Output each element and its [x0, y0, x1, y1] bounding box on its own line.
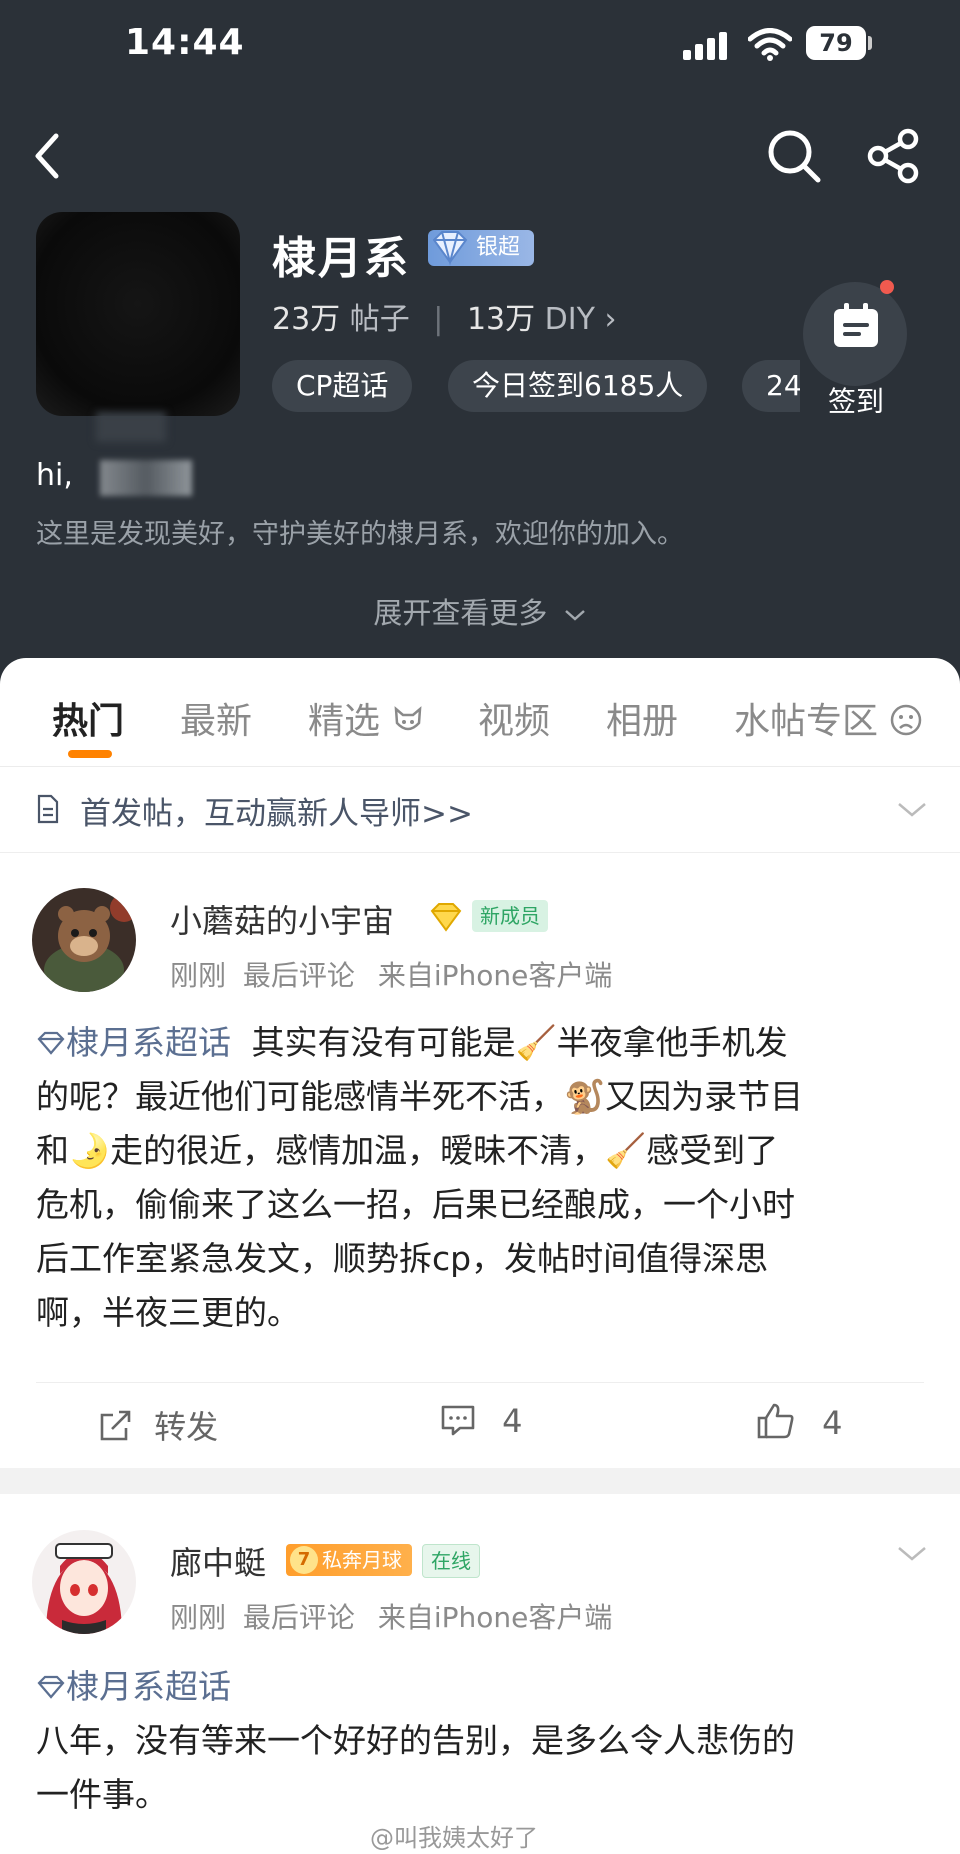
expand-more[interactable]: 展开查看更多 [0, 590, 960, 632]
wifi-icon [748, 28, 792, 61]
diamond-icon [37, 1031, 65, 1055]
cellular-signal-icon [683, 32, 731, 60]
tab-water-posts[interactable]: 水帖专区 [734, 692, 923, 744]
group-stats: 23万 帖子 | 13万 DIY › [272, 294, 617, 338]
repost-button[interactable]: 转发 [98, 1402, 218, 1448]
post-meta: 刚刚 最后评论 来自iPhone客户端 [170, 1596, 612, 1636]
posts-label: 帖子 [349, 302, 410, 337]
stats-separator: | [433, 302, 444, 337]
battery-indicator: 79 [806, 26, 866, 60]
post-line-2: 的呢？最近他们可能感情半死不活，🐒又因为录节目 [36, 1077, 804, 1116]
level-badge: 7 私奔月球 [286, 1544, 412, 1576]
level-number: 7 [290, 1546, 318, 1574]
share-icon[interactable] [866, 128, 922, 184]
last-comment-label: 最后评论 [242, 1601, 355, 1634]
chevron-down-icon[interactable] [896, 800, 928, 820]
repost-label: 转发 [154, 1408, 219, 1446]
post-source: 来自iPhone客户端 [377, 959, 613, 992]
post-line-1: 其实有没有可能是🧹半夜拿他手机发 [251, 1023, 788, 1062]
tab-featured[interactable]: 精选 [308, 692, 425, 744]
search-icon[interactable] [766, 128, 822, 184]
post-topic-line: 棣月系超话 [36, 1660, 936, 1714]
diamond-icon [37, 1675, 65, 1699]
blurred-area [96, 412, 166, 442]
tab-featured-label: 精选 [308, 701, 381, 742]
diy-label: DIY [544, 302, 595, 337]
post-body[interactable]: 棣月系超话 其实有没有可能是🧹半夜拿他手机发 的呢？最近他们可能感情半死不活，🐒… [36, 1016, 936, 1340]
post-meta: 刚刚 最后评论 来自iPhone客户端 [170, 954, 612, 994]
like-button[interactable]: 4 [756, 1402, 843, 1442]
new-member-badge: 新成员 [472, 900, 548, 932]
group-avatar[interactable] [36, 212, 240, 416]
diy-link[interactable]: DIY › [545, 302, 617, 337]
notification-dot [880, 280, 894, 294]
topic-link[interactable]: 棣月系超话 [36, 1667, 231, 1706]
diamond-icon [432, 231, 468, 266]
post-line-3: 和🌛走的很近，感情加温，暧昧不清，🧹感受到了 [36, 1131, 779, 1170]
greeting: hi, [36, 458, 73, 493]
chevron-down-icon [564, 610, 585, 621]
comment-icon [441, 1405, 475, 1436]
tab-album[interactable]: 相册 [606, 692, 678, 744]
tab-hot[interactable]: 热门 [52, 692, 124, 744]
online-status: 在线 [422, 1544, 480, 1578]
diy-count: 13万 [466, 302, 536, 337]
user-avatar[interactable] [32, 1530, 136, 1634]
group-title: 棣月系 [272, 233, 410, 284]
post-username[interactable]: 廊中蜓 [170, 1538, 266, 1584]
chip-cp[interactable]: CP超话 [272, 360, 413, 412]
signin-label[interactable]: 签到 [800, 380, 912, 420]
group-description: 这里是发现美好，守护美好的棣月系，欢迎你的加入。 [36, 519, 684, 550]
post-divider [36, 1382, 924, 1383]
document-icon [37, 794, 59, 824]
chipmunk-avatar-image [32, 888, 136, 992]
post-source: 来自iPhone客户端 [377, 1601, 613, 1634]
post-line-5: 后工作室紧急发文，顺势拆cp，发帖时间值得深思 [36, 1239, 769, 1278]
post-text-line: 棣月系超话 其实有没有可能是🧹半夜拿他手机发 [36, 1016, 936, 1070]
blurred-username [100, 460, 192, 496]
tab-latest[interactable]: 最新 [180, 692, 252, 744]
topic-label: 棣月系超话 [66, 1667, 231, 1706]
repost-icon [100, 1410, 131, 1441]
battery-tip [868, 36, 872, 50]
post-line-2: 一件事。 [36, 1775, 168, 1814]
user-avatar[interactable] [32, 888, 136, 992]
tab-video[interactable]: 视频 [478, 692, 550, 744]
watermark: @叫我姨太好了 [370, 1824, 538, 1852]
post-body[interactable]: 棣月系超话 八年，没有等来一个好好的告别，是多么令人悲伤的 一件事。 [36, 1660, 936, 1822]
expand-label: 展开查看更多 [373, 596, 548, 630]
post-separator [0, 1468, 960, 1494]
post-line-1: 八年，没有等来一个好好的告别，是多么令人悲伤的 [36, 1721, 795, 1760]
status-time: 14:44 [125, 22, 245, 63]
post-line-6: 啊，半夜三更的。 [36, 1293, 300, 1332]
sad-face-icon [891, 704, 922, 736]
last-comment-label: 最后评论 [242, 959, 355, 992]
chevron-right-icon: › [604, 302, 617, 337]
gold-diamond-icon [430, 903, 462, 932]
posts-count: 23万 [272, 302, 341, 337]
post-line-4: 危机，偷偷来了这么一招，后果已经酿成，一个小时 [36, 1185, 795, 1224]
notice-text[interactable]: 首发帖，互动赢新人导师>> [80, 788, 473, 833]
tab-indicator [68, 750, 112, 758]
post-time: 刚刚 [170, 1601, 227, 1634]
post-time: 刚刚 [170, 959, 227, 992]
level-badge-label: 私奔月球 [322, 1548, 402, 1572]
tab-water-posts-label: 水帖专区 [734, 701, 879, 742]
topic-link[interactable]: 棣月系超话 [36, 1023, 231, 1062]
topic-label: 棣月系超话 [66, 1023, 231, 1062]
calendar-icon [834, 303, 878, 347]
fox-icon [395, 706, 422, 731]
back-arrow-icon[interactable] [28, 128, 68, 184]
like-count: 4 [822, 1404, 843, 1442]
chevron-down-icon[interactable] [896, 1544, 928, 1564]
comment-count: 4 [502, 1402, 523, 1440]
post-username[interactable]: 小蘑菇的小宇宙 [170, 896, 394, 942]
chip-signin-count[interactable]: 今日签到6185人 [448, 360, 708, 412]
thumbs-up-icon [757, 1403, 794, 1439]
anime-avatar-image [32, 1530, 136, 1634]
comment-button[interactable]: 4 [440, 1402, 523, 1440]
